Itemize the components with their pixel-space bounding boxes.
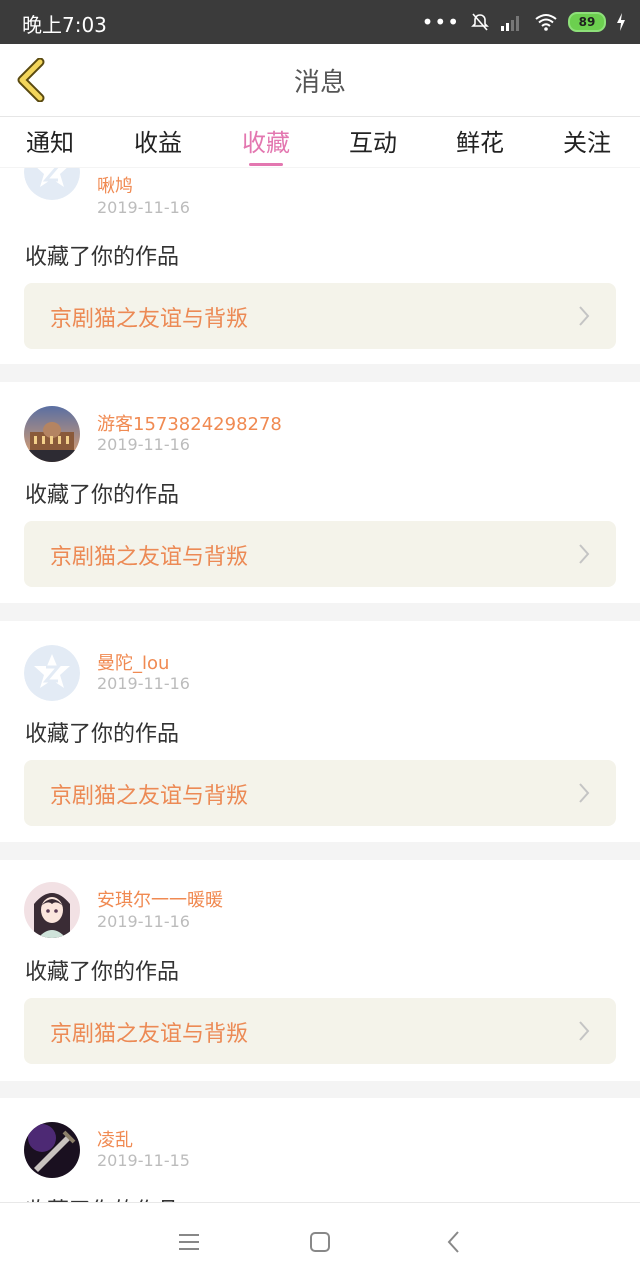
tab-bar: 通知 收益 收藏 互动 鲜花 关注 [0, 117, 640, 167]
list-item: 安琪尔一一暖暖 2019-11-16 收藏了你的作品 京剧猫之友谊与背叛 [0, 860, 640, 1081]
avatar[interactable] [24, 1122, 80, 1178]
work-link[interactable]: 京剧猫之友谊与背叛 [24, 521, 616, 587]
avatar[interactable] [24, 406, 80, 462]
tab-favorites[interactable]: 收藏 [242, 123, 290, 158]
tab-notice[interactable]: 通知 [26, 123, 74, 158]
system-nav-bar [0, 1202, 640, 1281]
chevron-right-icon [579, 1021, 590, 1041]
timestamp: 2019-11-16 [97, 198, 190, 217]
work-title: 京剧猫之友谊与背叛 [50, 784, 249, 809]
action-text: 收藏了你的作品 [25, 1193, 179, 1202]
active-tab-indicator [249, 163, 283, 166]
timestamp: 2019-11-16 [97, 435, 190, 454]
back-arrow-icon[interactable] [441, 1229, 467, 1255]
favorites-list: 啾鸠 2019-11-16 收藏了你的作品 京剧猫之友谊与背叛 游客157382… [0, 168, 640, 1202]
page-title: 消息 [293, 68, 346, 98]
tab-earnings[interactable]: 收益 [134, 123, 182, 158]
tab-interaction[interactable]: 互动 [349, 123, 397, 158]
status-icons: ••• 89 [422, 8, 626, 36]
username[interactable]: 凌乱 [97, 1126, 133, 1152]
timestamp: 2019-11-16 [97, 912, 190, 931]
action-text: 收藏了你的作品 [25, 960, 180, 985]
anime-girl-avatar-icon [24, 882, 80, 938]
tab-follow[interactable]: 关注 [563, 123, 611, 158]
avatar[interactable] [24, 168, 80, 200]
chevron-right-icon [579, 306, 590, 326]
username[interactable]: 游客1573824298278 [97, 410, 282, 436]
username[interactable]: 啾鸠 [97, 172, 133, 198]
list-item: 游客1573824298278 2019-11-16 收藏了你的作品 京剧猫之友… [0, 382, 640, 603]
work-title: 京剧猫之友谊与背叛 [50, 307, 249, 332]
action-text: 收藏了你的作品 [25, 483, 180, 508]
status-time: 晚上7:03 [22, 13, 107, 37]
list-item: 曼陀_lou 2019-11-16 收藏了你的作品 京剧猫之友谊与背叛 [0, 621, 640, 842]
work-link[interactable]: 京剧猫之友谊与背叛 [24, 760, 616, 826]
work-link[interactable]: 京剧猫之友谊与背叛 [24, 283, 616, 349]
username[interactable]: 安琪尔一一暖暖 [97, 886, 223, 912]
username[interactable]: 曼陀_lou [97, 649, 169, 675]
work-link[interactable]: 京剧猫之友谊与背叛 [24, 998, 616, 1064]
action-text: 收藏了你的作品 [25, 245, 180, 270]
list-item: 凌乱 2019-11-15 收藏了你的作品 [0, 1098, 640, 1202]
timestamp: 2019-11-15 [97, 1151, 190, 1170]
dark-sword-avatar-icon [24, 1122, 80, 1178]
wifi-icon [535, 14, 557, 31]
chevron-right-icon [579, 783, 590, 803]
menu-icon[interactable] [176, 1229, 202, 1255]
avatar[interactable] [24, 882, 80, 938]
header-bar: 消息 [0, 44, 640, 117]
avatar[interactable] [24, 645, 80, 701]
charging-icon [617, 13, 625, 31]
default-avatar-icon [24, 645, 80, 701]
action-text: 收藏了你的作品 [25, 722, 180, 747]
home-square-icon[interactable] [307, 1229, 333, 1255]
photo-avatar-icon [24, 406, 80, 462]
timestamp: 2019-11-16 [97, 674, 190, 693]
work-title: 京剧猫之友谊与背叛 [50, 1022, 249, 1047]
tab-flowers[interactable]: 鲜花 [456, 123, 504, 158]
more-dots-icon: ••• [421, 10, 460, 34]
default-avatar-icon [24, 168, 80, 200]
signal-icon [501, 16, 519, 31]
list-item: 啾鸠 2019-11-16 收藏了你的作品 京剧猫之友谊与背叛 [0, 168, 640, 364]
battery-icon: 89 [568, 12, 606, 32]
chevron-right-icon [579, 544, 590, 564]
bell-muted-icon [471, 13, 489, 31]
status-bar: 晚上7:03 ••• 89 [0, 0, 640, 44]
work-title: 京剧猫之友谊与背叛 [50, 545, 249, 570]
